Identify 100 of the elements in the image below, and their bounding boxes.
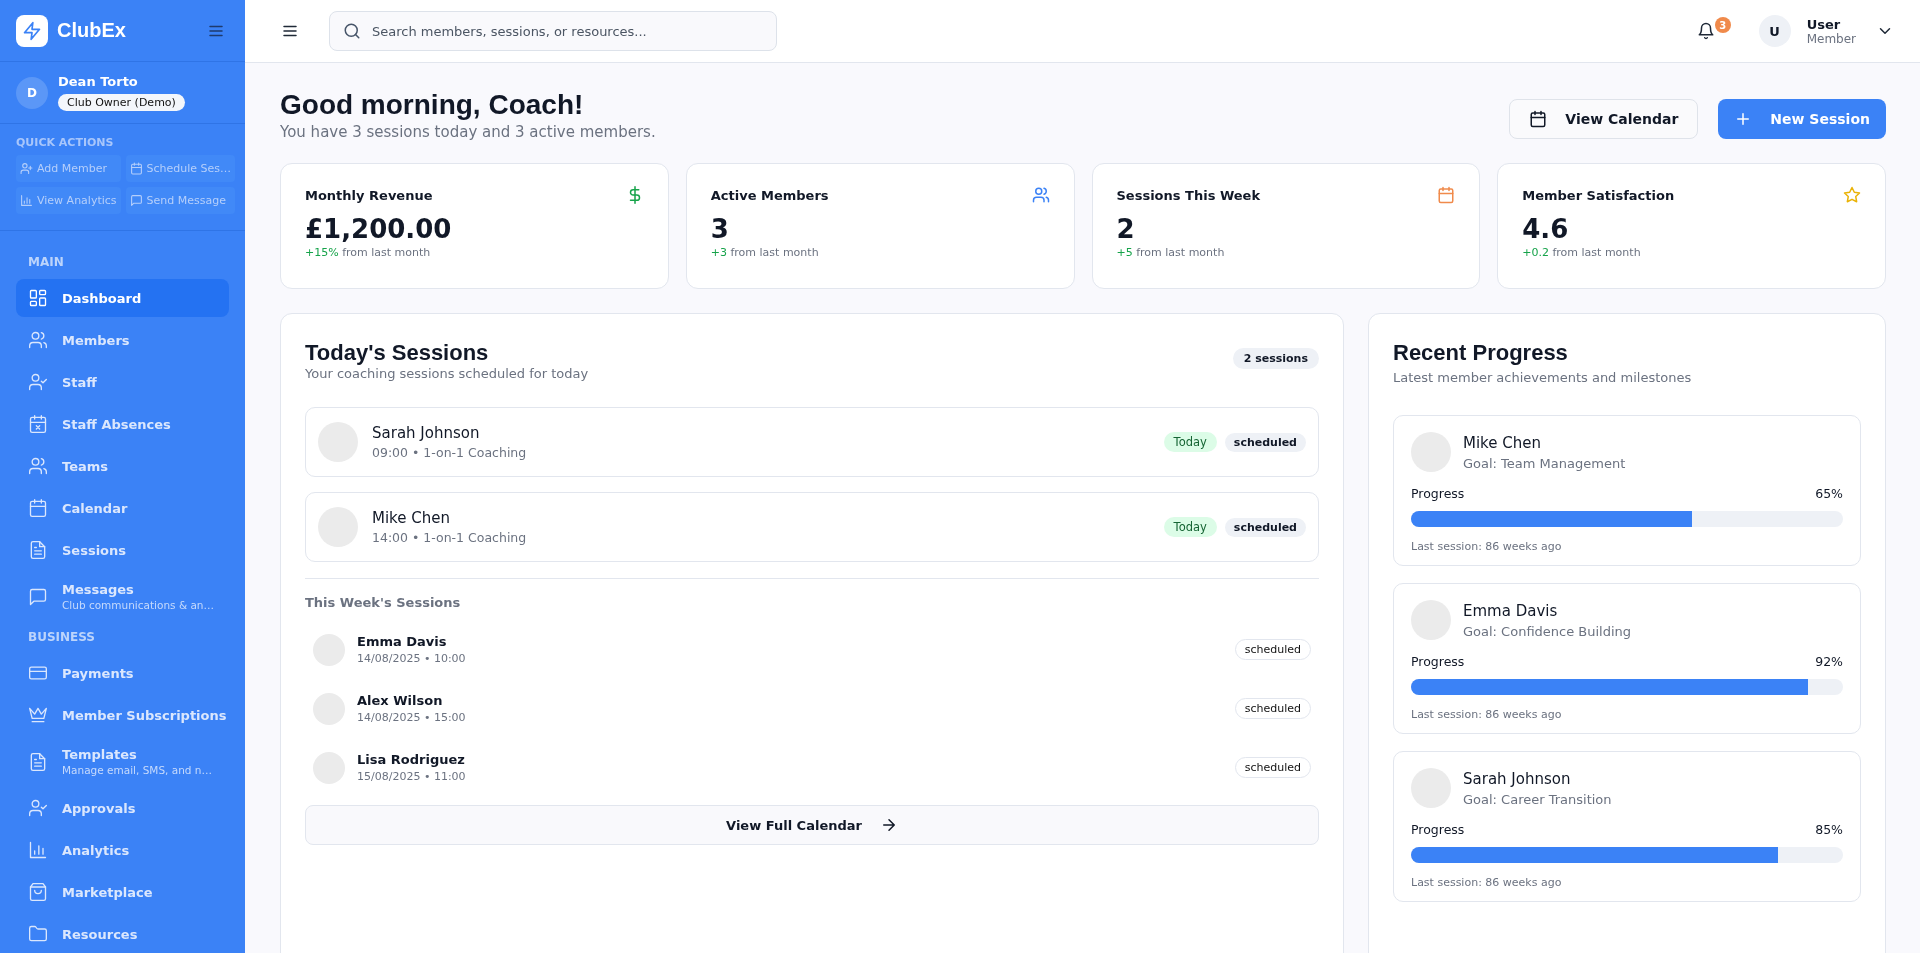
person-check-icon <box>28 798 48 818</box>
folder-icon <box>28 924 48 944</box>
quick-action-button[interactable]: Add Member <box>16 155 121 182</box>
stat-value: 3 <box>710 214 730 244</box>
nav-item[interactable]: Staff <box>16 363 229 401</box>
bar-chart-icon <box>20 194 33 207</box>
people-icon <box>28 456 48 476</box>
section-heading: QUICK ACTIONS <box>16 136 115 149</box>
people-icon <box>28 330 48 350</box>
view-calendar-button[interactable]: View Calendar <box>1509 99 1699 139</box>
nav-item[interactable]: Messages Club communications & an… <box>16 573 229 620</box>
chat-bubble-icon <box>129 194 143 207</box>
day-tag: Today <box>1163 432 1217 452</box>
last-session: Last session: 86 weeks ago <box>1411 876 1563 889</box>
member-name: Alex Wilson <box>357 693 444 708</box>
nav-item[interactable]: Member Subscriptions <box>16 696 229 734</box>
day-tag: Today <box>1163 517 1217 537</box>
user-avatar: D <box>16 76 48 109</box>
search-field[interactable]: Search members, sessions, or resources... <box>329 11 777 51</box>
nav-item[interactable]: Members <box>16 321 229 359</box>
session-detail: 09:00 • 1-on-1 Coaching <box>372 445 527 460</box>
session-count: 2 sessions <box>1232 348 1319 369</box>
chat-bubble-icon <box>28 586 48 607</box>
quick-action-button[interactable]: Schedule Ses… <box>125 155 236 182</box>
panel-title: Recent Progress <box>1393 340 1569 366</box>
progress-label: Progress <box>1411 486 1465 501</box>
session-card[interactable]: Mike Chen 14:00 • 1-on-1 Coaching Today scheduled <box>305 492 1319 562</box>
greeting-title: Good morning, Coach! <box>280 89 585 121</box>
status-tag: scheduled <box>1234 698 1311 719</box>
calendar-x-icon <box>28 414 48 434</box>
document-icon <box>28 751 48 772</box>
nav-item[interactable]: Teams <box>16 447 229 485</box>
progress-label: Progress <box>1411 654 1465 669</box>
nav-item[interactable]: Calendar <box>16 489 229 527</box>
session-detail: 15/08/2025 • 11:00 <box>357 770 466 783</box>
quick-action-button[interactable]: Send Message <box>125 187 236 214</box>
progress-percent: 85% <box>1815 822 1843 837</box>
stat-value: £1,200.00 <box>305 214 453 244</box>
calendar-icon <box>28 498 48 518</box>
nav-item[interactable]: Templates Manage email, SMS, and n… <box>16 738 229 785</box>
grid-icon <box>28 288 48 308</box>
user-avatar: U <box>1758 15 1791 47</box>
member-name: Sarah Johnson <box>372 424 481 442</box>
nav-item[interactable]: Approvals <box>16 789 229 827</box>
nav-item[interactable]: Marketplace <box>16 873 229 911</box>
crown-icon <box>28 705 48 725</box>
nav-item[interactable]: Payments <box>16 654 229 692</box>
star-icon <box>1843 186 1861 204</box>
quick-action-button[interactable]: View Analytics <box>16 187 121 214</box>
stat-label: Sessions This Week <box>1116 187 1261 203</box>
stat-label: Monthly Revenue <box>305 187 433 203</box>
status-tag: scheduled <box>1224 432 1306 452</box>
bell-icon <box>1696 22 1715 40</box>
stat-change: +3 from last month <box>710 246 820 259</box>
panel-subtitle: Latest member achievements and milestones <box>1393 370 1693 385</box>
user-name: User <box>1806 16 1842 32</box>
stat-change: +15% from last month <box>305 246 432 259</box>
greeting-subtitle: You have 3 sessions today and 3 active members. <box>280 123 656 141</box>
user-role: Member <box>1806 31 1856 46</box>
progress-percent: 65% <box>1815 486 1843 501</box>
session-card[interactable]: Sarah Johnson 09:00 • 1-on-1 Coaching Today scheduled <box>305 407 1319 477</box>
section-heading: This Week's Sessions <box>305 595 462 610</box>
calendar-icon <box>1529 110 1548 128</box>
stat-value: 2 <box>1116 214 1136 244</box>
member-name: Lisa Rodriguez <box>357 752 466 767</box>
session-detail: 14/08/2025 • 15:00 <box>357 711 466 724</box>
section-heading: BUSINESS <box>27 629 96 646</box>
stat-change: +0.2 from last month <box>1522 246 1642 259</box>
goal-text: Goal: Team Management <box>1463 455 1626 471</box>
panel-title: Today's Sessions <box>305 340 490 366</box>
nav-item[interactable]: Sessions <box>16 531 229 569</box>
stat-label: Member Satisfaction <box>1522 187 1675 203</box>
person-plus-icon <box>20 162 33 175</box>
document-icon <box>28 540 48 560</box>
logo-icon <box>16 14 48 47</box>
stat-value: 4.6 <box>1522 214 1570 244</box>
notification-count: 3 <box>1714 17 1731 33</box>
nav-item[interactable]: Analytics <box>16 831 229 869</box>
bar-chart-icon <box>28 840 48 860</box>
view-full-calendar-button[interactable]: View Full Calendar <box>305 805 1319 845</box>
calendar-icon <box>1437 186 1456 204</box>
stat-change: +5 from last month <box>1116 246 1226 259</box>
brand-name: ClubEx <box>57 19 126 42</box>
section-heading: MAIN <box>27 254 65 271</box>
status-tag: scheduled <box>1234 757 1311 778</box>
member-name: Mike Chen <box>1463 433 1542 452</box>
calendar-icon <box>129 162 143 175</box>
nav-item[interactable]: Resources <box>16 915 229 953</box>
panel-subtitle: Your coaching sessions scheduled for today <box>305 366 589 381</box>
nav-item[interactable]: Staff Absences <box>16 405 229 443</box>
user-name: Dean Torto <box>58 74 139 89</box>
shopping-bag-icon <box>28 882 48 902</box>
goal-text: Goal: Career Transition <box>1463 791 1612 807</box>
new-session-button[interactable]: New Session <box>1718 99 1886 139</box>
stat-label: Active Members <box>710 187 829 203</box>
member-name: Emma Davis <box>1463 601 1559 620</box>
role-badge: Club Owner (Demo) <box>58 94 185 111</box>
nav-item[interactable]: Dashboard <box>16 279 229 317</box>
member-name: Emma Davis <box>357 634 448 649</box>
progress-label: Progress <box>1411 822 1465 837</box>
